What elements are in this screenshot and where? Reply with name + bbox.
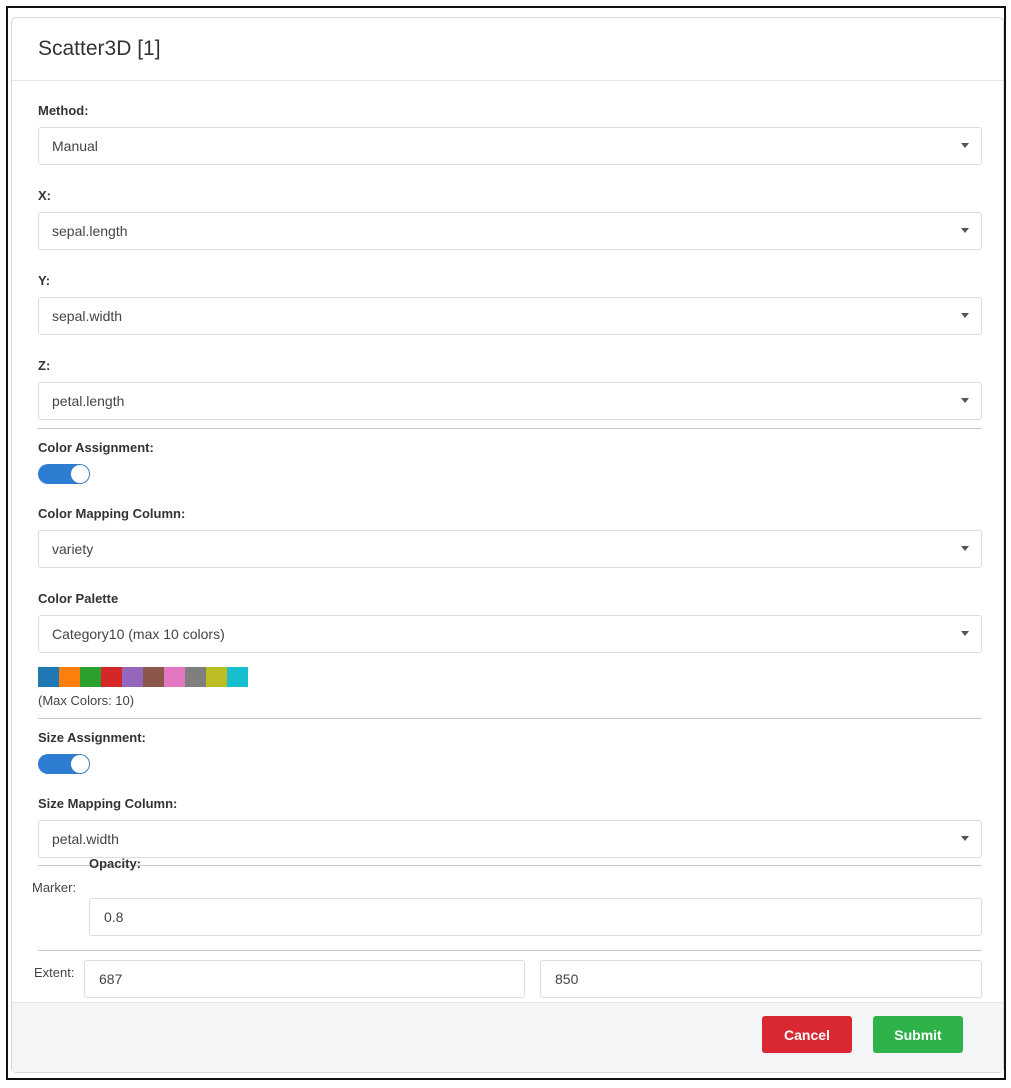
palette-swatch-6: [143, 667, 164, 687]
extent-label: Extent:: [34, 965, 75, 980]
dialog-body: Method: Manual X: sepal.length Y: sepal.…: [12, 103, 1003, 1011]
scatter3d-dialog: Scatter3D [1] Method: Manual X: sepal.le…: [12, 18, 1003, 1072]
palette-swatch-2: [59, 667, 80, 687]
z-label: Z:: [38, 358, 51, 373]
y-select[interactable]: sepal.width: [38, 297, 982, 335]
x-value: sepal.length: [52, 223, 128, 239]
size-mapping-value: petal.width: [52, 831, 119, 847]
palette-swatch-1: [38, 667, 59, 687]
dialog-header: Scatter3D [1]: [12, 18, 1003, 81]
toggle-knob: [71, 465, 89, 483]
chevron-down-icon: [961, 398, 969, 403]
size-mapping-label: Size Mapping Column:: [38, 796, 178, 811]
dialog-footer: Cancel Submit: [12, 1002, 1003, 1072]
chevron-down-icon: [961, 546, 969, 551]
chevron-down-icon: [961, 313, 969, 318]
color-mapping-value: variety: [52, 541, 94, 557]
chevron-down-icon: [961, 228, 969, 233]
size-mapping-select[interactable]: petal.width: [38, 820, 982, 858]
opacity-input[interactable]: 0.8: [89, 898, 982, 936]
method-select[interactable]: Manual: [38, 127, 982, 165]
x-select[interactable]: sepal.length: [38, 212, 982, 250]
chevron-down-icon: [961, 631, 969, 636]
method-label: Method:: [38, 103, 89, 118]
palette-swatch-8: [185, 667, 206, 687]
palette-swatches: [38, 667, 983, 687]
dialog-title: Scatter3D [1]: [38, 37, 161, 60]
color-palette-label: Color Palette: [38, 591, 119, 606]
marker-label: Marker:: [32, 880, 77, 895]
extent-height-value: 850: [555, 971, 579, 987]
color-assignment-toggle[interactable]: [38, 464, 90, 484]
extent-width-value: 687: [99, 971, 123, 987]
color-palette-select[interactable]: Category10 (max 10 colors): [38, 615, 982, 653]
submit-button[interactable]: Submit: [873, 1016, 963, 1053]
palette-swatch-9: [206, 667, 227, 687]
size-assignment-toggle[interactable]: [38, 754, 90, 774]
divider: [38, 428, 982, 429]
color-mapping-select[interactable]: variety: [38, 530, 982, 568]
chevron-down-icon: [961, 143, 969, 148]
palette-swatch-7: [164, 667, 185, 687]
extent-width-input[interactable]: 687: [84, 960, 525, 998]
max-colors-text: (Max Colors: 10): [38, 693, 135, 708]
chevron-down-icon: [961, 836, 969, 841]
y-label: Y:: [38, 273, 51, 288]
palette-swatch-4: [101, 667, 122, 687]
divider: [38, 718, 982, 719]
opacity-label: Opacity:: [89, 856, 142, 871]
extent-height-input[interactable]: 850: [540, 960, 982, 998]
y-value: sepal.width: [52, 308, 123, 324]
marker-row: Marker: Opacity: 0.8: [32, 856, 983, 938]
palette-swatch-5: [122, 667, 143, 687]
palette-swatch-3: [80, 667, 101, 687]
opacity-value: 0.8: [104, 909, 124, 925]
z-select[interactable]: petal.length: [38, 382, 982, 420]
cancel-button[interactable]: Cancel: [762, 1016, 852, 1053]
palette-swatch-10: [227, 667, 248, 687]
color-mapping-label: Color Mapping Column:: [38, 506, 186, 521]
method-value: Manual: [52, 138, 98, 154]
toggle-knob: [71, 755, 89, 773]
color-palette-value: Category10 (max 10 colors): [52, 626, 225, 642]
z-value: petal.length: [52, 393, 125, 409]
size-assignment-label: Size Assignment:: [38, 730, 146, 745]
x-label: X:: [38, 188, 51, 203]
color-assignment-label: Color Assignment:: [38, 440, 154, 455]
